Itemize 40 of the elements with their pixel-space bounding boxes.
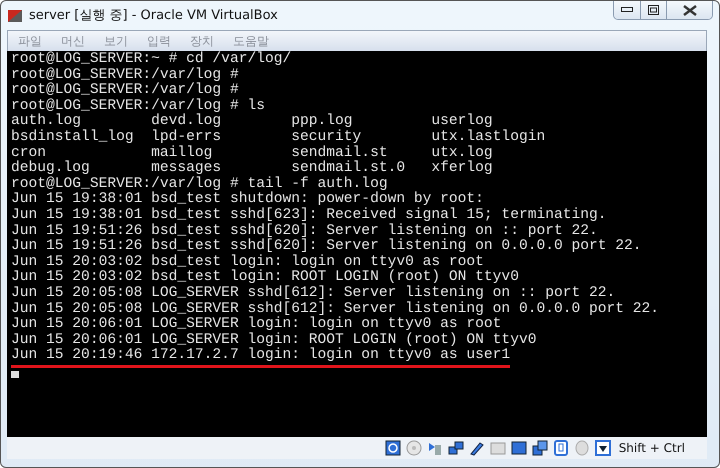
maximize-icon	[648, 5, 659, 15]
display-icon[interactable]	[510, 439, 528, 457]
menu-item[interactable]: 머신	[61, 32, 85, 50]
menu-item[interactable]: 보기	[104, 32, 128, 50]
app-icon	[7, 8, 23, 24]
windows-icon[interactable]	[530, 439, 549, 457]
terminal-line: root@LOG_SERVER:/var/log #	[11, 68, 239, 83]
menu-item[interactable]: 파일	[18, 32, 42, 50]
minimize-icon	[621, 7, 633, 13]
terminal-line: Jun 15 20:03:02 bsd_test login: ROOT LOGIN (root) ON ttyv0	[11, 270, 519, 286]
close-button[interactable]	[666, 1, 712, 19]
chip-icon[interactable]	[552, 439, 570, 457]
terminal-line: Jun 15 19:51:26 bsd_test sshd[620]: Server listening on :: port 22.	[11, 224, 598, 239]
terminal-line: Jun 15 20:05:08 LOG_SERVER sshd[612]: Server listening on :: port 22.	[11, 286, 616, 301]
menu-item[interactable]: 도움말	[233, 32, 269, 50]
maximize-button[interactable]	[640, 1, 666, 19]
minimize-button[interactable]	[614, 1, 640, 19]
terminal-line: Jun 15 20:06:01 LOG_SERVER login: login on ttyv0 as root	[11, 317, 502, 332]
cursor	[11, 370, 19, 378]
menu-item[interactable]: 입력	[147, 32, 171, 50]
terminal-line: Jun 15 20:05:08 LOG_SERVER sshd[612]: Server listening on 0.0.0.0 port 22.	[11, 302, 660, 316]
close-icon	[682, 4, 696, 16]
terminal-line: Jun 15 20:19:46 172.17.2.7 login: login on ttyv0 as user1	[11, 348, 510, 368]
terminal-line: root@LOG_SERVER:~ # cd /var/log/	[11, 52, 292, 67]
terminal-line: bsdinstall_log lpd-errs security utx.lastlogin	[11, 130, 546, 145]
terminal-line: Jun 15 19:51:26 bsd_test sshd[620]: Server listening on 0.0.0.0 port 22.	[11, 239, 642, 254]
terminal-line: auth.log devd.log ppp.log userlog	[11, 114, 493, 130]
terminal-line: debug.log messages sendmail.st.0 xferlog	[11, 161, 493, 176]
window-title: server [실행 중] - Oracle VM VirtualBox	[29, 6, 279, 25]
host-key-label: Shift + Ctrl	[618, 440, 685, 457]
terminal-line: cron maillog sendmail.st utx.log	[11, 146, 493, 161]
network-adapters-icon[interactable]	[446, 439, 465, 457]
terminal-line: Jun 15 19:38:01 bsd_test shutdown: power-down by root:	[11, 192, 484, 208]
terminal-line: root@LOG_SERVER:/var/log # ls	[11, 98, 265, 114]
terminal-line: root@LOG_SERVER:/var/log #	[11, 83, 239, 98]
terminal-line: Jun 15 20:06:01 LOG_SERVER login: ROOT LOGIN (root) ON ttyv0	[11, 332, 536, 348]
terminal-line: root@LOG_SERVER:/var/log # tail -f auth.log	[11, 176, 388, 192]
menu-item[interactable]: 장치	[190, 32, 214, 50]
terminal-line: Jun 15 20:03:02 bsd_test login: login on ttyv0 as root	[11, 254, 484, 270]
terminal-line: Jun 15 19:38:01 bsd_test sshd[623]: Received signal 15; terminating.	[11, 208, 607, 223]
